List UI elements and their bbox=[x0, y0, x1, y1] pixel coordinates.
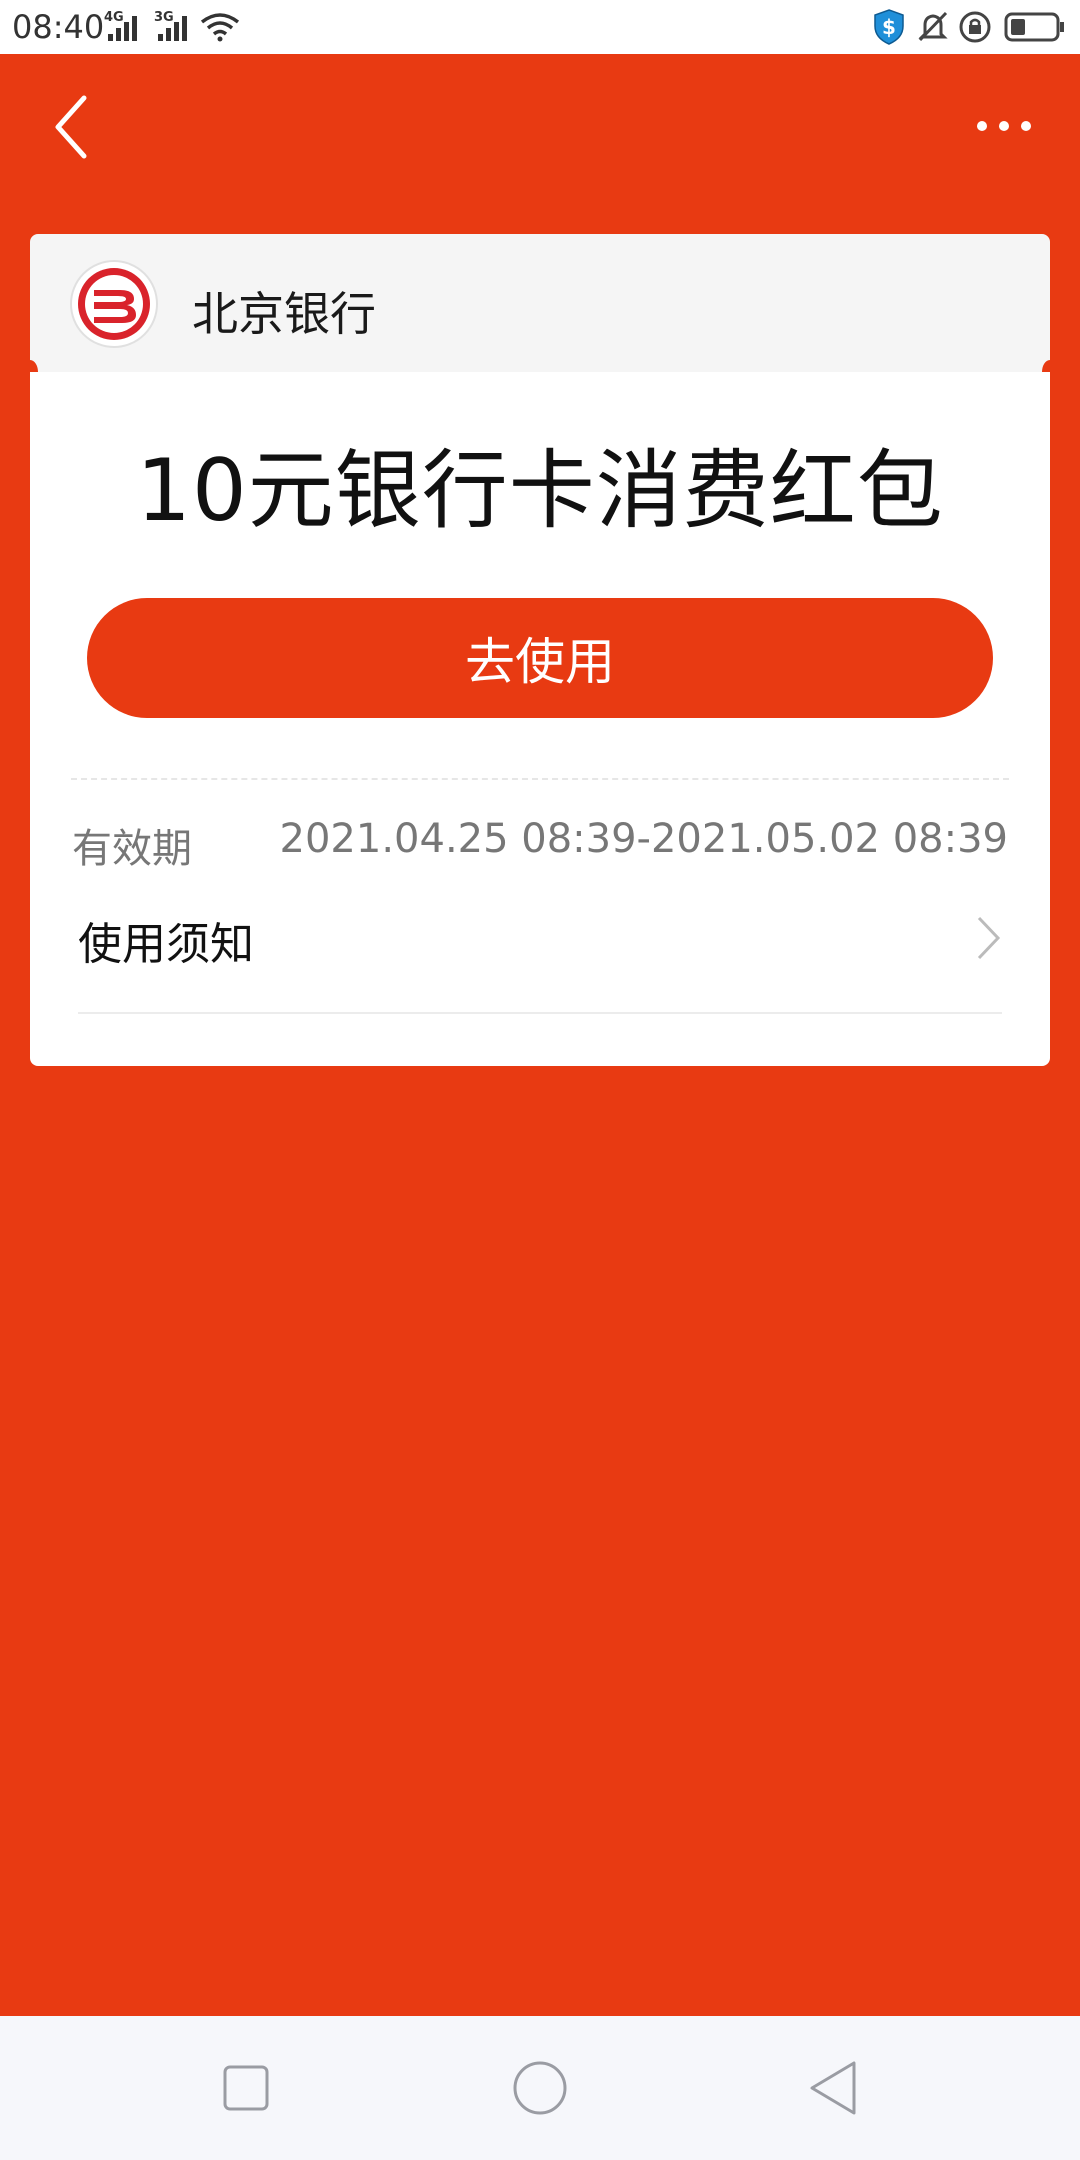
coupon-card: 10元银行卡消费红包 去使用 有效期 2021.04.25 08:39-2021… bbox=[30, 372, 1050, 1066]
system-back-button[interactable] bbox=[798, 2052, 870, 2124]
back-triangle-icon bbox=[810, 2061, 856, 2115]
shield-dollar-icon: $ bbox=[874, 9, 904, 45]
chevron-left-icon bbox=[55, 95, 87, 159]
recent-apps-button[interactable] bbox=[210, 2052, 282, 2124]
system-nav-bar bbox=[0, 2016, 1080, 2160]
back-button[interactable] bbox=[50, 92, 94, 162]
status-bar: 08:40 4G 3G $ bbox=[0, 0, 1080, 54]
use-button[interactable]: 去使用 bbox=[87, 598, 993, 718]
home-icon bbox=[513, 2061, 567, 2115]
battery-icon bbox=[1004, 12, 1064, 42]
dashed-divider bbox=[71, 778, 1009, 780]
more-dots-icon bbox=[977, 121, 1031, 131]
rotation-lock-icon bbox=[959, 11, 991, 43]
bank-name: 北京银行 bbox=[192, 287, 376, 341]
status-time: 08:40 bbox=[12, 8, 105, 46]
notice-divider bbox=[78, 1012, 1002, 1014]
usage-notice-label: 使用须知 bbox=[78, 919, 254, 970]
home-button[interactable] bbox=[504, 2052, 576, 2124]
bank-logo-icon bbox=[78, 268, 150, 340]
bank-logo bbox=[70, 260, 158, 348]
recent-apps-icon bbox=[223, 2065, 269, 2111]
validity-value: 2021.04.25 08:39-2021.05.02 08:39 bbox=[279, 816, 1008, 862]
card-header: 北京银行 bbox=[30, 234, 1050, 372]
usage-notice-row[interactable]: 使用须知 bbox=[78, 888, 1002, 998]
bell-off-icon bbox=[918, 11, 948, 42]
wifi-icon bbox=[200, 13, 240, 42]
chevron-right-icon bbox=[977, 916, 1001, 960]
more-button[interactable] bbox=[970, 108, 1040, 144]
svg-text:$: $ bbox=[882, 15, 896, 39]
coupon-title: 10元银行卡消费红包 bbox=[136, 441, 944, 541]
validity-label: 有效期 bbox=[72, 826, 192, 872]
